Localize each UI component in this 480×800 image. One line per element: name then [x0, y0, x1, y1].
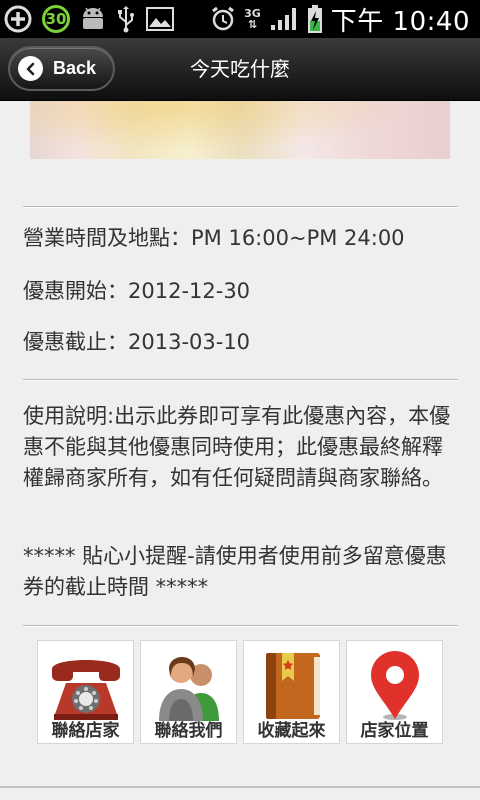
contact-store-button[interactable]: 聯絡店家 — [37, 640, 134, 744]
business-hours-text: 營業時間及地點：PM 16:00~PM 24:00 — [23, 226, 405, 250]
network-type-indicator: 3G ⇅ — [244, 7, 261, 31]
add-favorite-button[interactable]: 收藏起來 — [243, 640, 340, 744]
bookmark-book-icon — [266, 653, 320, 719]
reminder-text: ***** 貼心小提醒-請使用者使用前多留意優惠券的截止時間 ***** — [23, 544, 447, 599]
chevron-left-icon — [18, 56, 43, 81]
usb-icon — [116, 4, 136, 34]
divider — [23, 379, 458, 381]
bottom-divider — [0, 786, 480, 788]
map-pin-icon — [371, 651, 419, 720]
add-icon — [4, 4, 32, 34]
battery-charging-icon — [307, 4, 323, 34]
back-button-label: Back — [53, 58, 97, 78]
contact-us-label: 聯絡我們 — [154, 721, 223, 741]
back-button[interactable]: Back — [8, 46, 115, 91]
people-icon — [159, 657, 219, 721]
clock: 下午 10:40 — [330, 6, 470, 37]
signal-strength-icon — [269, 4, 299, 34]
usage-description: 使用說明:出示此券即可享有此優惠內容，本優惠不能與其他優惠同時使用；此優惠最終解… — [23, 404, 451, 490]
divider — [23, 625, 458, 627]
promo-end-date: 優惠截止：2013-03-10 — [23, 330, 251, 354]
alarm-clock-icon — [210, 4, 236, 34]
action-buttons: 聯絡店家 聯絡我們 收藏起來 店家位置 — [37, 640, 443, 744]
status-bar: 30 3G ⇅ 下午 10:40 — [0, 0, 480, 38]
telephone-icon — [52, 660, 120, 720]
contact-store-label: 聯絡店家 — [51, 721, 120, 741]
android-icon — [80, 4, 106, 34]
title-bar: Back 今天吃什麼 — [0, 38, 480, 101]
add-favorite-label: 收藏起來 — [257, 721, 326, 741]
store-location-label: 店家位置 — [360, 721, 429, 741]
divider — [23, 206, 458, 208]
image-icon — [146, 4, 174, 34]
store-location-button[interactable]: 店家位置 — [346, 640, 443, 744]
coupon-photo — [30, 101, 450, 159]
notification-count-badge: 30 — [42, 5, 70, 33]
contact-us-button[interactable]: 聯絡我們 — [140, 640, 237, 744]
promo-start-date: 優惠開始：2012-12-30 — [23, 279, 251, 303]
